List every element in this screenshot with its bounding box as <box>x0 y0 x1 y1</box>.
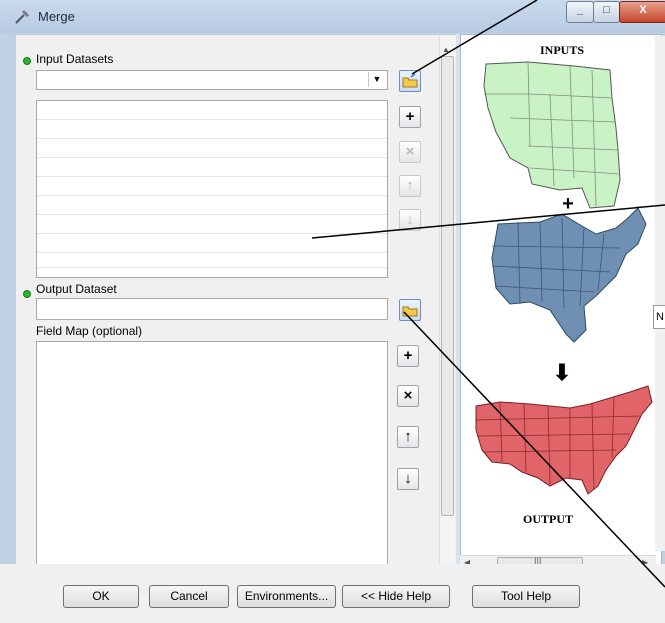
hammer-icon <box>15 10 29 24</box>
maximize-icon: □ <box>603 4 610 16</box>
output-dataset-label: Output Dataset <box>36 282 117 296</box>
input-datasets-list[interactable] <box>36 100 388 278</box>
open-folder-icon <box>402 306 418 317</box>
required-indicator-icon <box>23 57 31 65</box>
arrow-down-icon: ⬇ <box>553 360 571 385</box>
output-heading: OUTPUT <box>523 512 574 526</box>
close-icon: X <box>639 4 647 16</box>
merge-illustration: + ⬇ <box>475 61 653 495</box>
field-map-add-button[interactable]: + <box>397 345 419 367</box>
ok-button[interactable]: OK <box>63 585 139 608</box>
maximize-button[interactable]: □ <box>593 1 620 23</box>
field-map-up-button[interactable]: ↑ <box>397 426 419 448</box>
eastern-states-map <box>491 207 647 343</box>
field-map-remove-button[interactable]: × <box>397 385 419 407</box>
close-button[interactable]: X <box>619 1 665 23</box>
list-row-divider <box>37 233 387 234</box>
field-map-list[interactable] <box>36 341 388 573</box>
list-row-divider <box>37 267 387 268</box>
list-row-divider <box>37 138 387 139</box>
browse-output-button[interactable] <box>399 299 421 321</box>
list-row-divider <box>37 119 387 120</box>
scrollbar-thumb[interactable] <box>441 56 454 516</box>
list-row-divider <box>37 176 387 177</box>
input-datasets-combo[interactable] <box>36 70 388 90</box>
western-states-map <box>483 61 621 209</box>
list-row-divider <box>37 157 387 158</box>
add-dataset-button[interactable]: + <box>399 106 421 128</box>
chevron-down-icon[interactable]: ▼ <box>368 72 385 87</box>
required-indicator-icon <box>23 290 31 298</box>
input-datasets-label: Input Datasets <box>36 52 114 66</box>
inputs-heading: INPUTS <box>540 43 585 57</box>
output-dataset-field[interactable] <box>36 298 388 320</box>
field-map-label: Field Map (optional) <box>36 324 143 338</box>
remove-dataset-button[interactable]: × <box>399 141 421 163</box>
minimize-button[interactable]: _ <box>566 1 594 23</box>
plus-icon: + <box>562 193 574 215</box>
field-map-down-button[interactable]: ↓ <box>397 468 419 490</box>
window-title: Merge <box>38 9 75 24</box>
move-up-button[interactable]: ↑ <box>399 175 421 197</box>
help-vertical-scrollbar[interactable] <box>655 36 665 551</box>
list-row-divider <box>37 252 387 253</box>
tool-help-button[interactable]: Tool Help <box>472 585 580 608</box>
environments-button[interactable]: Environments... <box>237 585 336 608</box>
minimize-icon: _ <box>576 4 584 16</box>
browse-input-button[interactable] <box>399 70 421 92</box>
list-row-divider <box>37 214 387 215</box>
hide-help-button[interactable]: << Hide Help <box>342 585 450 608</box>
list-row-divider <box>37 195 387 196</box>
cancel-button[interactable]: Cancel <box>149 585 229 608</box>
open-folder-icon <box>402 73 418 88</box>
move-down-button[interactable]: ↓ <box>399 209 421 231</box>
help-edge-tab[interactable]: N <box>653 305 665 329</box>
united-states-output-map <box>475 385 653 495</box>
scroll-up-icon[interactable]: ▲ <box>442 45 450 54</box>
